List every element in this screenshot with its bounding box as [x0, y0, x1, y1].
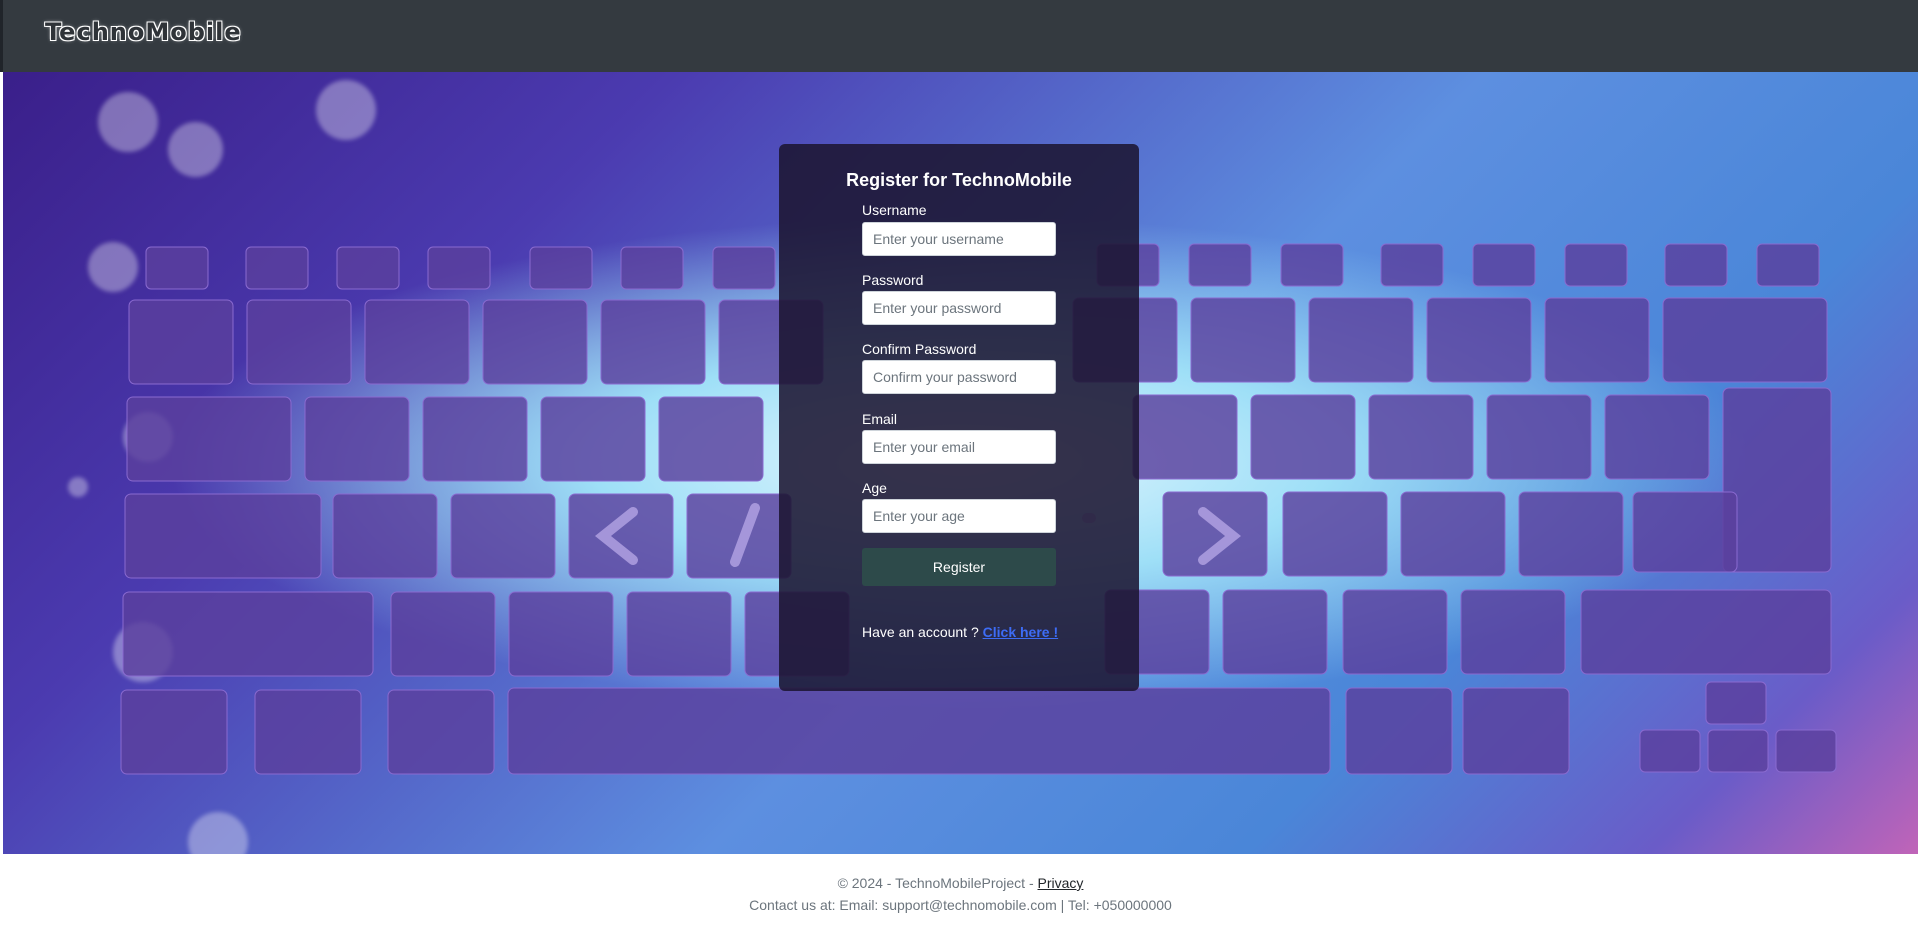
register-card: Register for TechnoMobile Username Passw… — [779, 144, 1139, 691]
copyright-text: © 2024 - TechnoMobileProject - — [837, 875, 1034, 891]
age-input[interactable] — [862, 499, 1056, 533]
password-input[interactable] — [862, 291, 1056, 325]
have-account-text: Have an account ? — [862, 624, 979, 640]
password-label: Password — [862, 272, 924, 288]
login-prompt: Have an account ? Click here ! — [862, 624, 1058, 640]
login-link[interactable]: Click here ! — [983, 624, 1058, 640]
age-label: Age — [862, 480, 887, 496]
privacy-link[interactable]: Privacy — [1038, 875, 1084, 891]
register-button[interactable]: Register — [862, 548, 1056, 586]
confirm-password-label: Confirm Password — [862, 341, 977, 357]
form-title: Register for TechnoMobile — [846, 170, 1072, 190]
email-label: Email — [862, 411, 898, 427]
username-input[interactable] — [862, 222, 1056, 256]
confirm-password-input[interactable] — [862, 360, 1056, 394]
brand-logo[interactable]: TechnoMobile — [45, 18, 242, 46]
username-label: Username — [862, 202, 927, 218]
navbar: TechnoMobile — [0, 0, 1918, 72]
footer-contact: Contact us at: Email: support@technomobi… — [749, 897, 1172, 913]
email-input[interactable] — [862, 430, 1056, 464]
footer-copyright-line: © 2024 - TechnoMobileProject - Privacy — [3, 875, 1918, 891]
footer: © 2024 - TechnoMobileProject - Privacy C… — [3, 854, 1918, 946]
